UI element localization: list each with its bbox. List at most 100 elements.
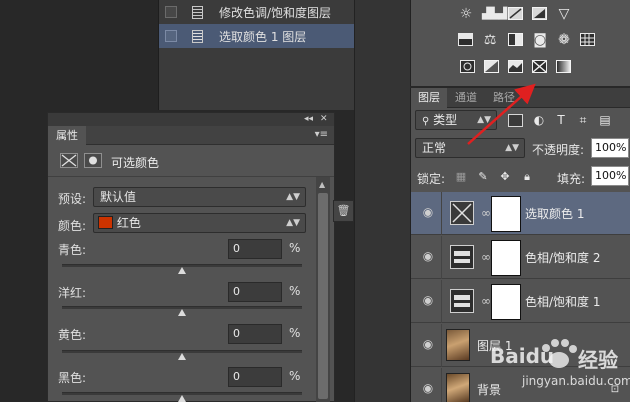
history-panel: 修改色调/饱和度图层 选取颜色 1 图层: [158, 0, 355, 110]
black-white-icon[interactable]: [508, 33, 523, 46]
eye-icon[interactable]: ◉: [420, 250, 436, 262]
yellow-input[interactable]: 0: [228, 324, 282, 344]
preset-label: 预设:: [58, 192, 87, 206]
eye-icon[interactable]: ◉: [420, 294, 436, 306]
color-lookup-icon[interactable]: [580, 33, 595, 46]
posterize-icon[interactable]: [484, 60, 499, 73]
close-icon[interactable]: ✕: [320, 113, 328, 126]
panel-dock-strip: [354, 0, 410, 402]
layer-filter-dropdown[interactable]: ⚲ 类型 ▲▼: [415, 110, 497, 130]
percent-sign: %: [289, 326, 301, 340]
magenta-input[interactable]: 0: [228, 282, 282, 302]
tab-paths[interactable]: 路径: [486, 88, 522, 108]
history-state-icon: [192, 5, 203, 19]
fill-input[interactable]: 100%: [591, 166, 629, 186]
levels-icon[interactable]: ▟▙▟: [482, 7, 507, 21]
panel-menu-icon[interactable]: ▾≡: [315, 129, 328, 140]
selective-color-icon: [60, 153, 78, 168]
colors-value: 红色: [116, 216, 141, 230]
history-snapshot-checkbox[interactable]: [165, 6, 177, 18]
cyan-label: 青色:: [58, 243, 87, 257]
scroll-up-icon[interactable]: ▲: [319, 180, 325, 189]
curves-icon[interactable]: [508, 7, 523, 20]
lock-all-icon[interactable]: 🔒︎: [519, 170, 535, 184]
color-balance-icon[interactable]: ⚖: [482, 33, 498, 47]
history-item-selected[interactable]: 选取颜色 1 图层: [159, 24, 355, 48]
link-icon[interactable]: ∞: [481, 205, 491, 221]
preset-dropdown[interactable]: 默认值 ▲▼: [93, 187, 306, 207]
layer-row[interactable]: ◉ ∞ 色相/饱和度 2: [411, 236, 630, 279]
hue-saturation-icon[interactable]: [458, 33, 473, 46]
black-input[interactable]: 0: [228, 367, 282, 387]
watermark-brand: Baidu: [490, 344, 555, 368]
cyan-slider-handle[interactable]: [178, 267, 186, 274]
lock-label: 锁定:: [417, 172, 446, 186]
layer-mask-thumbnail[interactable]: [491, 196, 521, 232]
threshold-icon[interactable]: [508, 60, 523, 73]
layer-row[interactable]: ◉ ∞ 选取颜色 1: [411, 192, 630, 235]
eye-icon[interactable]: ◉: [420, 382, 436, 394]
layer-row[interactable]: ◉ ∞ 色相/饱和度 1: [411, 280, 630, 323]
blend-mode-value: 正常: [422, 141, 447, 155]
magenta-slider-handle[interactable]: [178, 309, 186, 316]
yellow-label: 黄色:: [58, 328, 87, 342]
search-icon: ⚲: [422, 116, 430, 127]
percent-sign: %: [289, 369, 301, 383]
filter-smart-object-icon[interactable]: ▤: [597, 113, 613, 127]
lock-position-icon[interactable]: ✥: [497, 170, 513, 184]
tab-properties[interactable]: 属性: [48, 126, 86, 145]
chevron-down-icon: ▲▼: [286, 218, 300, 228]
layer-name[interactable]: 选取颜色 1: [525, 205, 584, 222]
layer-name[interactable]: 色相/饱和度 1: [525, 293, 601, 310]
collapse-icon[interactable]: ◂◂: [304, 113, 313, 126]
layer-thumbnail: [446, 373, 470, 402]
divider: [441, 324, 442, 367]
layer-filter-value: 类型: [433, 113, 458, 127]
trash-icon[interactable]: 🗑︎: [333, 200, 354, 222]
black-slider-handle[interactable]: [178, 395, 186, 402]
link-icon[interactable]: ∞: [481, 249, 491, 265]
history-item[interactable]: 修改色调/饱和度图层: [159, 0, 355, 24]
mask-icon[interactable]: [84, 153, 102, 168]
cyan-input[interactable]: 0: [228, 239, 282, 259]
watermark-product: 经验: [578, 348, 618, 372]
preset-value: 默认值: [100, 190, 137, 204]
hue-saturation-icon: [450, 245, 474, 269]
channel-mixer-icon[interactable]: ❁: [556, 33, 572, 47]
lock-image-icon[interactable]: ✎: [475, 170, 491, 184]
filter-shape-icon[interactable]: ⌗: [575, 113, 591, 127]
history-snapshot-checkbox[interactable]: [165, 30, 177, 42]
selective-color-icon[interactable]: [532, 60, 547, 73]
divider: [441, 368, 442, 402]
vibrance-icon[interactable]: ▽: [556, 7, 572, 21]
opacity-input[interactable]: 100%: [591, 138, 629, 158]
eye-icon[interactable]: ◉: [420, 206, 436, 218]
link-icon[interactable]: ∞: [481, 293, 491, 309]
photo-filter-icon[interactable]: ◙: [532, 33, 548, 47]
adjustments-panel: ☼ ▟▙▟ ▽ ⚖ ◙ ❁: [410, 0, 630, 86]
layer-mask-thumbnail[interactable]: [491, 240, 521, 276]
filter-type-icon[interactable]: T: [553, 113, 569, 127]
divider: [441, 236, 442, 279]
exposure-icon[interactable]: [532, 7, 547, 20]
filter-pixel-icon[interactable]: [508, 114, 523, 127]
brightness-contrast-icon[interactable]: ☼: [458, 7, 474, 21]
filter-adjustment-icon[interactable]: ◐: [531, 113, 547, 127]
lock-transparent-icon[interactable]: ▦: [453, 170, 469, 184]
properties-title: 可选颜色: [111, 156, 160, 170]
scrollbar[interactable]: ▲: [316, 177, 330, 402]
history-state-icon: [192, 29, 203, 43]
eye-icon[interactable]: ◉: [420, 338, 436, 350]
yellow-slider-handle[interactable]: [178, 353, 186, 360]
layer-thumbnail: [446, 329, 470, 361]
layer-name[interactable]: 色相/饱和度 2: [525, 249, 601, 266]
percent-sign: %: [289, 284, 301, 298]
blend-mode-dropdown[interactable]: 正常 ▲▼: [415, 138, 525, 158]
colors-dropdown[interactable]: 红色 ▲▼: [93, 213, 306, 233]
gradient-map-icon[interactable]: [556, 60, 571, 73]
invert-icon[interactable]: [460, 60, 475, 73]
layer-mask-thumbnail[interactable]: [491, 284, 521, 320]
tab-layers[interactable]: 图层: [411, 88, 447, 108]
scrollbar-thumb[interactable]: [318, 193, 328, 399]
tab-channels[interactable]: 通道: [448, 88, 484, 108]
